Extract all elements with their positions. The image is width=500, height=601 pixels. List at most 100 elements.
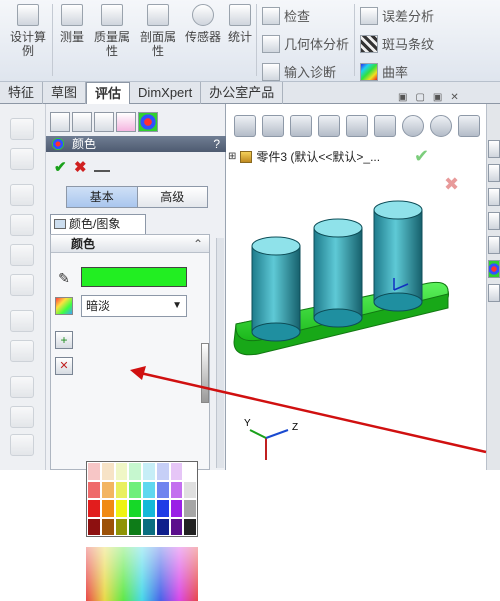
zebra-stripes-button[interactable]: 斑马条纹 [360, 34, 434, 53]
tab-features[interactable]: 特征 [0, 82, 44, 104]
fillet-icon[interactable] [10, 184, 34, 206]
palette-swatch[interactable] [128, 517, 142, 536]
cylinder-left[interactable] [251, 236, 301, 342]
palette-swatch[interactable] [128, 480, 142, 499]
part-model[interactable]: Y Z [226, 194, 486, 470]
palette-swatch[interactable] [169, 462, 184, 481]
solidworks-resources-icon[interactable] [488, 140, 500, 158]
mass-properties-button[interactable]: 质量属性 [90, 4, 134, 58]
palette-swatch[interactable] [100, 517, 115, 536]
minimize-icon[interactable]: ▣ [398, 92, 407, 103]
remove-swatch-button[interactable]: ✕ [55, 357, 73, 375]
cancel-button[interactable]: ✖ [74, 158, 87, 176]
palette-swatch[interactable] [100, 462, 115, 481]
extrude-icon[interactable] [10, 118, 34, 140]
palette-swatch[interactable] [183, 480, 197, 499]
current-color-swatch[interactable] [81, 267, 187, 287]
file-explorer-icon[interactable] [488, 188, 500, 206]
deviation-analysis-button[interactable]: 误差分析 [360, 6, 434, 25]
shell-icon[interactable] [10, 244, 34, 266]
palette-swatch[interactable] [142, 517, 156, 536]
feature-tree-flyout[interactable]: ⊞ 零件3 (默认<<默认>_... [228, 148, 380, 165]
curvature-button[interactable]: 曲率 [360, 62, 408, 81]
measure-button[interactable]: 测量 [58, 4, 86, 44]
display-style-icon[interactable] [374, 115, 396, 137]
palette-swatch[interactable] [87, 499, 101, 518]
shade-select[interactable]: 暗淡 ▼ [81, 295, 187, 317]
curves-icon[interactable] [10, 406, 34, 428]
check-button[interactable]: 检查 [262, 6, 310, 25]
add-swatch-button[interactable]: + [55, 331, 73, 349]
draft-icon[interactable] [10, 274, 34, 296]
eyedropper-icon[interactable]: ✎ [55, 269, 73, 287]
palette-swatch[interactable] [183, 517, 197, 536]
restore-icon[interactable]: ▢ [415, 92, 424, 103]
tab-evaluate[interactable]: 评估 [86, 82, 131, 105]
mirror-icon[interactable] [10, 340, 34, 362]
tab-dimxpert[interactable]: DimXpert [130, 82, 202, 104]
cylinder-right[interactable] [373, 200, 423, 312]
feature-manager-tab-icon[interactable] [50, 112, 70, 132]
basic-mode-button[interactable]: 基本 [67, 187, 138, 207]
palette-swatch[interactable] [142, 480, 156, 499]
palette-swatch[interactable] [114, 517, 129, 536]
import-diagnostics-button[interactable]: 输入诊断 [262, 62, 336, 81]
reference-geometry-icon[interactable] [10, 434, 34, 456]
palette-swatch[interactable] [142, 462, 156, 481]
palette-swatch[interactable] [87, 517, 101, 536]
color-spectrum[interactable] [86, 547, 198, 601]
palette-swatch[interactable] [169, 499, 184, 518]
palette-swatch[interactable] [114, 462, 129, 481]
zoom-area-icon[interactable] [262, 115, 284, 137]
palette-swatch[interactable] [142, 499, 156, 518]
configuration-manager-tab-icon[interactable] [94, 112, 114, 132]
previous-view-icon[interactable] [290, 115, 312, 137]
statistics-button[interactable]: 统计 [226, 4, 254, 44]
tab-sketch[interactable]: 草图 [43, 82, 87, 104]
expand-plus-icon[interactable]: ⊞ [228, 151, 236, 162]
wrap-icon[interactable] [10, 376, 34, 398]
palette-swatch[interactable] [87, 480, 101, 499]
palette-swatch[interactable] [100, 480, 115, 499]
linear-pattern-icon[interactable] [10, 310, 34, 332]
palette-swatch[interactable] [87, 462, 101, 481]
view-orientation-icon[interactable] [346, 115, 368, 137]
palette-swatch[interactable] [169, 480, 184, 499]
section-view-icon[interactable] [318, 115, 340, 137]
palette-swatch[interactable] [155, 499, 170, 518]
design-library-icon[interactable] [488, 164, 500, 182]
search-icon[interactable] [488, 212, 500, 230]
cancel-corner-icon[interactable]: ✖ [444, 174, 459, 195]
property-manager-tab-icon[interactable] [72, 112, 92, 132]
geometry-analysis-button[interactable]: 几何体分析 [262, 34, 349, 53]
hide-show-items-icon[interactable] [402, 115, 424, 137]
view-palette-icon[interactable] [488, 236, 500, 254]
chamfer-icon[interactable] [10, 214, 34, 236]
section-properties-button[interactable]: 剖面属性 [136, 4, 180, 58]
confirm-check-icon[interactable]: ✔ [414, 146, 429, 167]
maximize-icon[interactable]: ▣ [433, 92, 442, 103]
collapse-chevron-icon[interactable]: ⌃ [193, 235, 203, 253]
palette-scrollbar[interactable] [201, 343, 209, 403]
palette-swatch[interactable] [155, 517, 170, 536]
palette-swatch[interactable] [169, 517, 184, 536]
palette-swatch[interactable] [155, 480, 170, 499]
color-section-header[interactable]: 颜色 ⌃ [51, 235, 209, 253]
palette-swatch[interactable] [100, 499, 115, 518]
tab-office-products[interactable]: 办公室产品 [201, 82, 284, 104]
help-button[interactable]: ? [213, 136, 220, 152]
color-image-tab[interactable]: 颜色/图象 [50, 214, 146, 234]
zoom-to-fit-icon[interactable] [234, 115, 256, 137]
cylinder-middle[interactable] [313, 218, 363, 328]
dimxpert-manager-tab-icon[interactable] [116, 112, 136, 132]
view-triad[interactable]: Y Z [244, 418, 298, 460]
ok-button[interactable]: ✔ [54, 158, 67, 176]
advanced-mode-button[interactable]: 高级 [137, 187, 207, 207]
palette-swatch[interactable] [155, 462, 170, 481]
edit-appearance-icon[interactable] [430, 115, 452, 137]
revolve-icon[interactable] [10, 148, 34, 170]
display-manager-tab-icon[interactable] [138, 112, 158, 132]
appearances-scenes-icon[interactable] [488, 260, 500, 278]
palette-swatch[interactable] [128, 462, 142, 481]
palette-swatch[interactable] [114, 499, 129, 518]
